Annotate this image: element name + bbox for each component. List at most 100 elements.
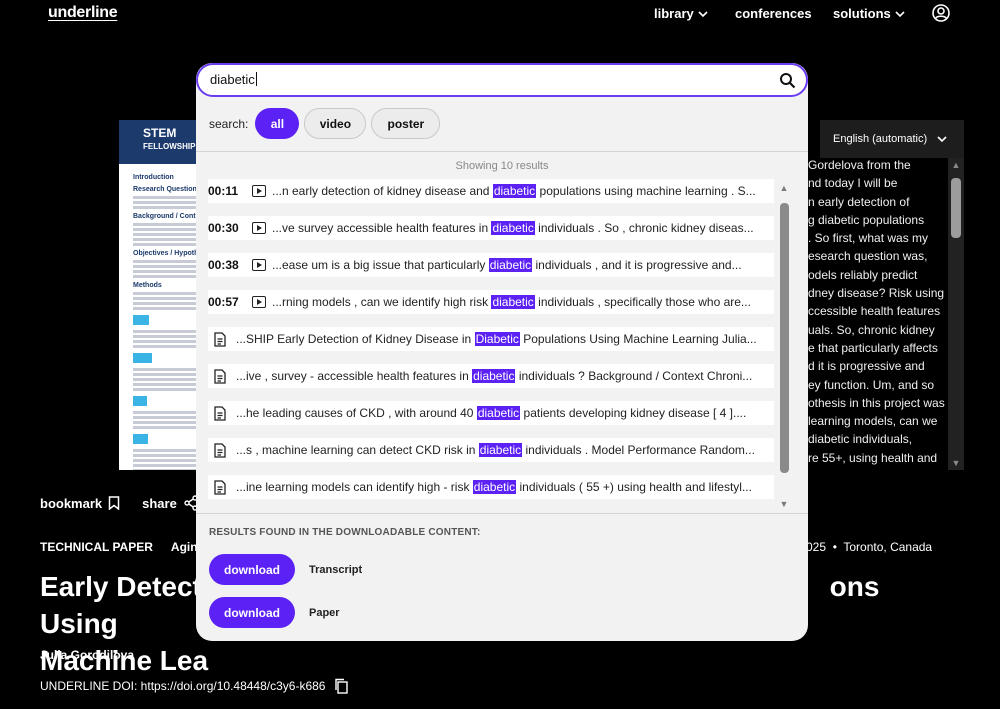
logo[interactable]: underline (48, 4, 118, 22)
scroll-up-icon[interactable]: ▲ (951, 160, 961, 170)
transcript-line[interactable]: g diabetic populations (808, 211, 948, 229)
filter-poster[interactable]: poster (371, 108, 441, 139)
snippet-match: diabetic (492, 184, 537, 198)
transcript-panel: Gordelova from the nd today I will be n ea… (808, 156, 948, 470)
nav-library[interactable]: library (654, 6, 708, 21)
transcript-line[interactable]: learning models, can we (808, 412, 948, 430)
search-dropdown: diabetic search: all video poster Showin… (196, 63, 808, 641)
snippet-before: ...n early detection of kidney disease a… (272, 184, 493, 198)
results-count: Showing 10 results (455, 160, 549, 172)
results-list: 00:11 ...n early detection of kidney dise… (208, 179, 776, 509)
result-snippet: ...ine learning models can identify high… (236, 480, 774, 494)
snippet-match: diabetic (488, 258, 533, 272)
search-result[interactable]: ...ive , survey - accessible health feat… (208, 364, 774, 388)
transcript-line[interactable]: n early detection of (808, 193, 948, 211)
search-result[interactable]: ...s , machine learning can detect CKD r… (208, 438, 774, 462)
poster-thumbnail[interactable]: STEM FELLOWSHIP Introduction Research Qu… (119, 120, 207, 470)
poster-tag (133, 315, 150, 325)
transcript-line[interactable]: . So first, what was my (808, 229, 948, 247)
transcript-line[interactable]: dney disease? Risk using (808, 284, 948, 302)
transcript-line[interactable]: othesis in this project was (808, 394, 948, 412)
search-result[interactable]: 00:30 ...ve survey accessible health feat… (208, 216, 774, 240)
share-button[interactable]: share (142, 495, 199, 511)
bookmark-icon (108, 496, 120, 510)
filter-label: search: (209, 116, 249, 131)
poster-section: Background / Cont (133, 213, 196, 220)
transcript-line[interactable]: nd today I will be (808, 174, 948, 192)
search-result[interactable]: 00:38 ...ease um is a big issue that part… (208, 253, 774, 277)
share-label: share (142, 495, 177, 511)
search-result[interactable]: 00:11 ...n early detection of kidney dise… (208, 179, 774, 203)
search-result[interactable]: ...SHIP Early Detection of Kidney Diseas… (208, 327, 774, 351)
snippet-before: ...ease um is a big issue that particula… (272, 258, 489, 272)
search-input[interactable]: diabetic (210, 72, 257, 87)
bookmark-button[interactable]: bookmark (40, 495, 120, 511)
chevron-down-icon (895, 10, 905, 17)
date-fragment: 025 (806, 540, 827, 554)
download-paper-button[interactable]: download (209, 597, 295, 628)
transcript-line[interactable]: d it is progressive and (808, 357, 948, 375)
filter-video[interactable]: video (304, 108, 367, 139)
scroll-down-icon[interactable]: ▼ (951, 458, 961, 468)
snippet-match: diabetic (491, 221, 535, 235)
search-result[interactable]: ...he leading causes of CKD , with aroun… (208, 401, 774, 425)
scroll-up-icon[interactable]: ▲ (779, 183, 789, 193)
result-timestamp: 00:30 (208, 221, 239, 235)
nav-library-label: library (654, 6, 694, 21)
title-line1-left: Early Detecti (40, 571, 210, 602)
transcript-scrollbar[interactable]: ▲ ▼ (948, 158, 964, 470)
transcript-line[interactable]: ey function. Um, and so (808, 376, 948, 394)
snippet-after: individuals . So , chronic kidney diseas… (534, 221, 754, 235)
location: Toronto, Canada (843, 540, 933, 554)
transcript-line[interactable]: Gordelova from the (808, 156, 948, 174)
document-icon (214, 405, 226, 421)
snippet-after: Populations Using Machine Learning Julia… (519, 332, 757, 346)
language-label: English (automatic) (833, 133, 928, 145)
search-result[interactable]: ...ine learning models can identify high… (208, 475, 774, 499)
poster-section: Introduction (133, 174, 174, 181)
poster-title-line1: STEM (143, 126, 177, 140)
filter-all[interactable]: all (255, 108, 300, 139)
top-nav: underline library conferences solutions (0, 0, 1000, 30)
author[interactable]: Julia Gorodilova (40, 648, 134, 662)
search-result[interactable]: 00:57 ...rning models , can we identify h… (208, 290, 774, 314)
snippet-match: diabetic (491, 295, 535, 309)
snippet-match: diabetic (478, 443, 523, 457)
transcript-line[interactable]: re 55+, using health and (808, 449, 948, 467)
nav-conferences[interactable]: conferences (735, 6, 812, 21)
search-icon[interactable] (779, 72, 796, 89)
transcript-line[interactable]: diabetic individuals, (808, 430, 948, 448)
snippet-after: individuals ? Background / Context Chron… (515, 369, 753, 383)
document-icon (214, 442, 226, 458)
download-transcript-button[interactable]: download (209, 554, 295, 585)
download-row: download Paper (209, 597, 340, 628)
snippet-match: diabetic (476, 406, 521, 420)
search-query: diabetic (210, 72, 255, 87)
transcript-line[interactable]: esearch question was, (808, 247, 948, 265)
document-icon (214, 331, 226, 347)
scroll-down-icon[interactable]: ▼ (779, 499, 789, 509)
poster-tag (133, 434, 148, 444)
transcript-line[interactable]: e that particularly affects (808, 339, 948, 357)
divider (196, 151, 808, 152)
download-label: Transcript (309, 563, 363, 576)
video-icon (252, 296, 266, 308)
search-box[interactable]: diabetic (196, 63, 808, 97)
transcript-line[interactable]: odels reliably predict (808, 266, 948, 284)
transcript-line[interactable]: ccessible health features (808, 302, 948, 320)
snippet-after: individuals . Model Performance Random..… (522, 443, 755, 457)
poster-body: Introduction Research Question Backgroun… (119, 164, 207, 470)
language-select[interactable]: English (automatic) (820, 120, 964, 158)
result-snippet: ...he leading causes of CKD , with aroun… (236, 406, 774, 420)
poster-header: STEM FELLOWSHIP (119, 120, 207, 164)
results-scrollbar[interactable]: ▲ ▼ (776, 181, 792, 509)
scrollbar-thumb[interactable] (780, 203, 789, 473)
account-icon[interactable] (931, 3, 951, 23)
nav-solutions[interactable]: solutions (833, 6, 905, 21)
snippet-match: diabetic (472, 480, 517, 494)
snippet-after: populations using machine learning . S..… (536, 184, 756, 198)
result-snippet: ...ive , survey - accessible health feat… (236, 369, 774, 383)
transcript-line[interactable]: uals. So, chronic kidney (808, 321, 948, 339)
copy-icon[interactable] (333, 678, 349, 694)
scrollbar-thumb[interactable] (951, 178, 961, 238)
